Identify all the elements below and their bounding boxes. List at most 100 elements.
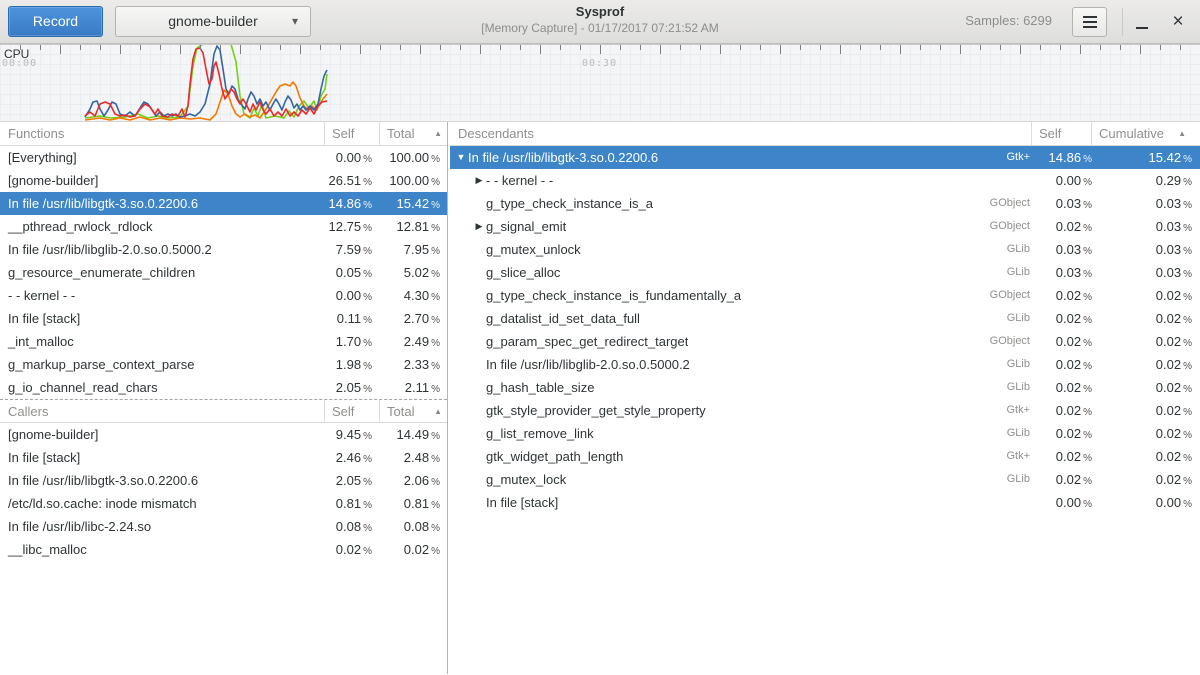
column-header-total[interactable]: Total▲ bbox=[379, 400, 447, 422]
window-title-block: Sysprof [Memory Capture] - 01/17/2017 07… bbox=[320, 4, 880, 35]
left-column: Functions Self Total▲ [Everything]0.00%1… bbox=[0, 122, 448, 674]
tree-row[interactable]: gtk_widget_path_lengthGtk+0.02%0.02% bbox=[450, 445, 1200, 468]
column-header-callers[interactable]: Callers bbox=[0, 400, 324, 422]
percent-value: 0.02% bbox=[1099, 422, 1199, 445]
minimize-button[interactable] bbox=[1128, 7, 1156, 37]
close-button[interactable]: × bbox=[1164, 7, 1192, 37]
callers-pane: Callers Self Total▲ [gnome-builder]9.45%… bbox=[0, 399, 447, 561]
tree-name-cell: In file [stack] bbox=[450, 491, 1039, 514]
tree-row[interactable]: ▶g_signal_emitGObject0.02%0.03% bbox=[450, 215, 1200, 238]
ruler-tick bbox=[660, 45, 661, 54]
table-row[interactable]: In file [stack]2.46%2.48% bbox=[0, 446, 447, 469]
function-name: g_hash_table_size bbox=[486, 376, 594, 399]
table-row[interactable]: [gnome-builder]9.45%14.49% bbox=[0, 423, 447, 446]
table-row[interactable]: In file /usr/lib/libglib-2.0.so.0.5000.2… bbox=[0, 238, 447, 261]
percent-value: 0.08% bbox=[324, 515, 379, 538]
ruler-tick bbox=[100, 45, 101, 50]
ruler-tick bbox=[380, 45, 381, 50]
target-select[interactable]: gnome-builder ▾ bbox=[115, 6, 311, 37]
tree-name-cell: ▶- - kernel - - bbox=[450, 169, 1039, 192]
function-name: g_list_remove_link bbox=[486, 422, 594, 445]
time-ruler bbox=[0, 44, 1200, 56]
tree-name-cell: g_slice_allocGLib bbox=[450, 261, 1039, 284]
menu-button[interactable] bbox=[1072, 7, 1107, 37]
column-header-descendants[interactable]: Descendants bbox=[450, 122, 1031, 145]
column-header-cumulative[interactable]: Cumulative▲ bbox=[1091, 122, 1191, 145]
percent-value: 15.42% bbox=[1099, 146, 1199, 169]
expander-expanded-icon[interactable]: ▼ bbox=[454, 146, 468, 169]
percent-value: 0.81% bbox=[379, 492, 447, 515]
library-tag: Gtk+ bbox=[1006, 445, 1039, 468]
ruler-tick bbox=[880, 45, 881, 50]
library-tag: Gtk+ bbox=[1006, 399, 1039, 422]
ruler-tick bbox=[960, 45, 961, 54]
tree-row[interactable]: In file /usr/lib/libglib-2.0.so.0.5000.2… bbox=[450, 353, 1200, 376]
ruler-tick bbox=[600, 45, 601, 54]
table-row[interactable]: _int_malloc1.70%2.49% bbox=[0, 330, 447, 353]
tree-row[interactable]: g_mutex_unlockGLib0.03%0.03% bbox=[450, 238, 1200, 261]
library-tag: GLib bbox=[1007, 376, 1039, 399]
tree-row[interactable]: ▶- - kernel - -0.00%0.29% bbox=[450, 169, 1200, 192]
tree-row[interactable]: g_type_check_instance_is_fundamentally_a… bbox=[450, 284, 1200, 307]
function-name: __pthread_rwlock_rdlock bbox=[0, 215, 324, 238]
table-row[interactable]: /etc/ld.so.cache: inode mismatch0.81%0.8… bbox=[0, 492, 447, 515]
table-row[interactable]: g_resource_enumerate_children0.05%5.02% bbox=[0, 261, 447, 284]
library-tag: GLib bbox=[1007, 468, 1039, 491]
cpu-graph[interactable]: CPU 00:00 00:30 bbox=[0, 44, 1200, 122]
column-header-self[interactable]: Self bbox=[324, 400, 379, 422]
tree-row[interactable]: g_hash_table_sizeGLib0.02%0.02% bbox=[450, 376, 1200, 399]
table-row[interactable]: __libc_malloc0.02%0.02% bbox=[0, 538, 447, 561]
ruler-tick bbox=[620, 45, 621, 50]
table-row[interactable]: g_markup_parse_context_parse1.98%2.33% bbox=[0, 353, 447, 376]
ruler-tick bbox=[940, 45, 941, 50]
table-row[interactable]: [Everything]0.00%100.00% bbox=[0, 146, 447, 169]
ruler-tick bbox=[120, 45, 121, 54]
ruler-tick bbox=[920, 45, 921, 50]
tree-row[interactable]: g_datalist_id_set_data_fullGLib0.02%0.02… bbox=[450, 307, 1200, 330]
table-row[interactable]: - - kernel - -0.00%4.30% bbox=[0, 284, 447, 307]
percent-value: 0.02% bbox=[1039, 422, 1099, 445]
ruler-tick bbox=[60, 45, 61, 54]
expander-collapsed-icon[interactable]: ▶ bbox=[472, 215, 486, 238]
tree-row[interactable]: g_param_spec_get_redirect_targetGObject0… bbox=[450, 330, 1200, 353]
ruler-tick bbox=[640, 45, 641, 50]
percent-value: 0.02% bbox=[1039, 284, 1099, 307]
function-name: g_type_check_instance_is_fundamentally_a bbox=[486, 284, 741, 307]
percent-value: 0.11% bbox=[324, 307, 379, 330]
tree-row[interactable]: g_mutex_lockGLib0.02%0.02% bbox=[450, 468, 1200, 491]
expander-collapsed-icon[interactable]: ▶ bbox=[472, 169, 486, 192]
tree-row[interactable]: g_list_remove_linkGLib0.02%0.02% bbox=[450, 422, 1200, 445]
percent-value: 2.70% bbox=[379, 307, 447, 330]
column-header-self[interactable]: Self bbox=[324, 122, 379, 145]
table-row[interactable]: In file [stack]0.11%2.70% bbox=[0, 307, 447, 330]
tree-row[interactable]: g_slice_allocGLib0.03%0.03% bbox=[450, 261, 1200, 284]
tree-row[interactable]: g_type_check_instance_is_aGObject0.03%0.… bbox=[450, 192, 1200, 215]
ruler-tick bbox=[680, 45, 681, 50]
table-row[interactable]: g_io_channel_read_chars2.05%2.11% bbox=[0, 376, 447, 399]
table-row[interactable]: [gnome-builder]26.51%100.00% bbox=[0, 169, 447, 192]
functions-rows: [Everything]0.00%100.00%[gnome-builder]2… bbox=[0, 146, 447, 399]
tree-row[interactable]: ▼In file /usr/lib/libgtk-3.so.0.2200.6Gt… bbox=[450, 146, 1200, 169]
table-row[interactable]: In file /usr/lib/libc-2.24.so0.08%0.08% bbox=[0, 515, 447, 538]
percent-value: 0.02% bbox=[379, 538, 447, 561]
column-header-self[interactable]: Self bbox=[1031, 122, 1091, 145]
table-row[interactable]: __pthread_rwlock_rdlock12.75%12.81% bbox=[0, 215, 447, 238]
percent-value: 0.02% bbox=[1099, 330, 1199, 353]
percent-value: 0.03% bbox=[1099, 238, 1199, 261]
column-header-functions[interactable]: Functions bbox=[0, 122, 324, 145]
table-row[interactable]: In file /usr/lib/libgtk-3.so.0.2200.62.0… bbox=[0, 469, 447, 492]
percent-value: 14.49% bbox=[379, 423, 447, 446]
function-name: _int_malloc bbox=[0, 330, 324, 353]
column-header-total[interactable]: Total▲ bbox=[379, 122, 447, 145]
table-row[interactable]: In file /usr/lib/libgtk-3.so.0.2200.614.… bbox=[0, 192, 447, 215]
ruler-tick bbox=[1100, 45, 1101, 50]
percent-value: 0.02% bbox=[1039, 468, 1099, 491]
percent-value: 0.81% bbox=[324, 492, 379, 515]
tree-row[interactable]: gtk_style_provider_get_style_propertyGtk… bbox=[450, 399, 1200, 422]
ruler-tick bbox=[760, 45, 761, 50]
record-button[interactable]: Record bbox=[8, 6, 103, 37]
function-name: In file /usr/lib/libgtk-3.so.0.2200.6 bbox=[0, 192, 324, 215]
function-name: /etc/ld.so.cache: inode mismatch bbox=[0, 492, 324, 515]
tree-row[interactable]: In file [stack]0.00%0.00% bbox=[450, 491, 1200, 514]
percent-value: 0.03% bbox=[1099, 192, 1199, 215]
